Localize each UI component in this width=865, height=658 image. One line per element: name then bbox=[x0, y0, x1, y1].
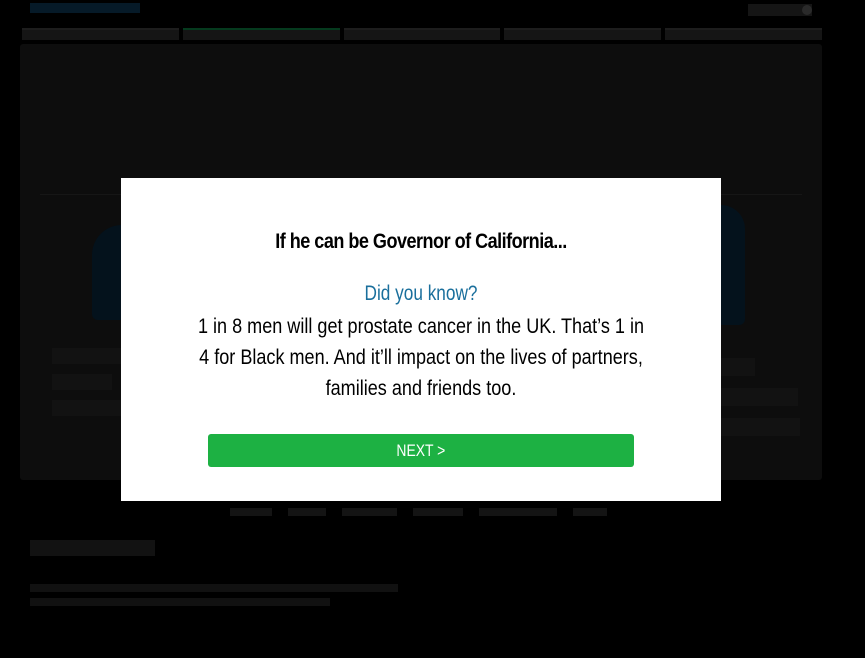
footer-links bbox=[230, 508, 607, 516]
progress-step bbox=[182, 28, 340, 40]
modal-title: If he can be Governor of California... bbox=[275, 230, 567, 253]
fact-modal: If he can be Governor of California... D… bbox=[121, 178, 721, 501]
next-button[interactable]: NEXT > bbox=[208, 434, 634, 467]
modal-body-text: 1 in 8 men will get prostate cancer in t… bbox=[197, 315, 645, 400]
page: If he can be Governor of California... D… bbox=[0, 0, 865, 658]
next-button-label: NEXT > bbox=[396, 441, 446, 460]
modal-subtitle: Did you know? bbox=[364, 282, 478, 305]
footer-title bbox=[30, 540, 155, 556]
account-icon bbox=[802, 5, 812, 15]
progress-step bbox=[504, 28, 662, 40]
header-account bbox=[748, 4, 812, 16]
right-option-text bbox=[710, 358, 800, 448]
footer-text bbox=[30, 584, 398, 612]
progress-step bbox=[343, 28, 501, 40]
progress-steps bbox=[22, 28, 822, 42]
progress-step bbox=[665, 28, 822, 40]
left-option-text bbox=[52, 348, 122, 426]
progress-step bbox=[22, 28, 179, 40]
site-logo bbox=[30, 3, 140, 13]
